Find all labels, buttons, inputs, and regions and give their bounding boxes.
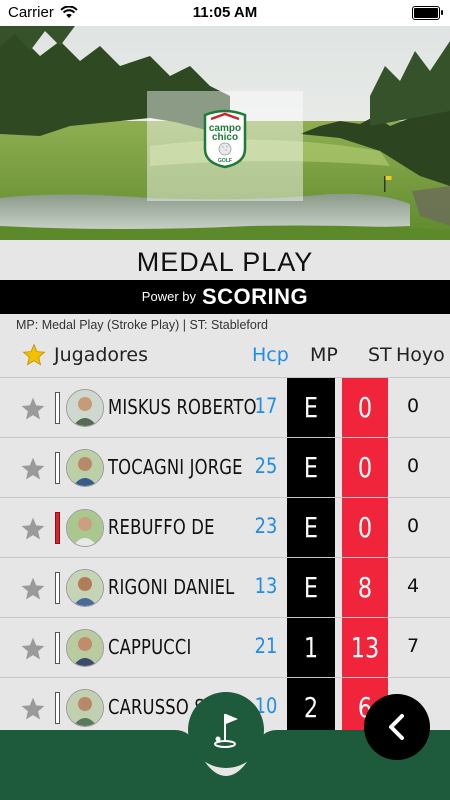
header-mp[interactable]: MP <box>310 344 338 366</box>
scoring-brand: SCORING <box>202 284 309 309</box>
player-mp: E <box>303 391 319 424</box>
player-hole: 0 <box>406 395 420 417</box>
battery-icon <box>412 6 443 20</box>
player-hole: 0 <box>406 455 420 477</box>
avatar <box>66 689 104 727</box>
player-st: 0 <box>357 391 373 424</box>
player-hcp: 25 <box>254 454 278 478</box>
back-button[interactable] <box>364 694 430 760</box>
player-hcp: 23 <box>254 514 278 538</box>
tee-marker <box>55 692 60 724</box>
player-hcp: 13 <box>254 574 278 598</box>
player-mp: 1 <box>303 631 319 664</box>
table-row[interactable]: MISKUS ROBERTO 17 E 0 0 <box>0 377 450 438</box>
golf-button[interactable] <box>188 692 264 768</box>
golf-hole-icon <box>214 714 238 748</box>
player-mp: 2 <box>303 691 319 724</box>
title-bar: MEDAL PLAY <box>0 240 450 280</box>
header-hcp[interactable]: Hcp <box>252 344 289 366</box>
tee-marker <box>55 452 60 484</box>
player-hole: 7 <box>406 635 420 657</box>
player-hcp: 21 <box>254 634 278 658</box>
player-mp: E <box>303 451 319 484</box>
player-mp: E <box>303 511 319 544</box>
logo-text-line2: chico <box>212 132 238 143</box>
logo-text-line3: GOLF <box>218 158 232 164</box>
clock: 11:05 AM <box>192 4 258 21</box>
star-icon[interactable] <box>20 696 46 722</box>
tee-marker <box>55 572 60 604</box>
table-row[interactable]: CAPPUCCI 21 1 13 7 <box>0 617 450 678</box>
header-players[interactable]: Jugadores <box>54 344 148 366</box>
avatar <box>66 389 104 427</box>
table-row[interactable]: TOCAGNI JORGE 25 E 0 0 <box>0 437 450 498</box>
player-st: 8 <box>357 571 373 604</box>
chevron-left-icon <box>389 714 404 740</box>
table-header: Jugadores Hcp MP ST Hoyo <box>0 335 450 377</box>
tee-marker <box>55 632 60 664</box>
player-name: TOCAGNI JORGE <box>108 455 243 479</box>
star-icon[interactable] <box>22 343 46 367</box>
legend-text: MP: Medal Play (Stroke Play) | ST: Stabl… <box>16 318 268 332</box>
player-name: MISKUS ROBERTO <box>108 395 257 419</box>
logo-box: campo chico GOLF <box>147 91 303 201</box>
table-row[interactable]: RIGONI DANIEL 13 E 8 4 <box>0 557 450 618</box>
player-name: CAPPUCCI <box>108 635 192 659</box>
club-logo: campo chico GOLF <box>203 109 247 169</box>
tee-marker <box>55 392 60 424</box>
tee-marker <box>55 512 60 544</box>
header-st[interactable]: ST <box>368 344 392 366</box>
star-icon[interactable] <box>20 576 46 602</box>
player-hcp: 17 <box>254 394 278 418</box>
status-bar: Carrier 11:05 AM <box>0 0 450 26</box>
avatar <box>66 509 104 547</box>
avatar <box>66 629 104 667</box>
player-mp: E <box>303 571 319 604</box>
power-by-label: Power by <box>141 289 196 304</box>
page-title: MEDAL PLAY <box>136 247 314 277</box>
player-name: RIGONI DANIEL <box>108 575 235 599</box>
avatar <box>66 449 104 487</box>
star-icon[interactable] <box>20 456 46 482</box>
player-hole: 4 <box>406 575 420 597</box>
player-st: 0 <box>357 451 373 484</box>
player-name: REBUFFO DE <box>108 515 215 539</box>
star-icon[interactable] <box>20 636 46 662</box>
star-icon[interactable] <box>20 516 46 542</box>
avatar <box>66 569 104 607</box>
table-row[interactable]: REBUFFO DE 23 E 0 0 <box>0 497 450 558</box>
power-bar: Power by SCORING <box>0 280 450 314</box>
header-hole[interactable]: Hoyo <box>396 344 445 366</box>
star-icon[interactable] <box>20 396 46 422</box>
player-hole: 0 <box>406 515 420 537</box>
player-st: 0 <box>357 511 373 544</box>
course-photo: campo chico GOLF <box>0 26 450 240</box>
player-st: 13 <box>350 631 380 664</box>
